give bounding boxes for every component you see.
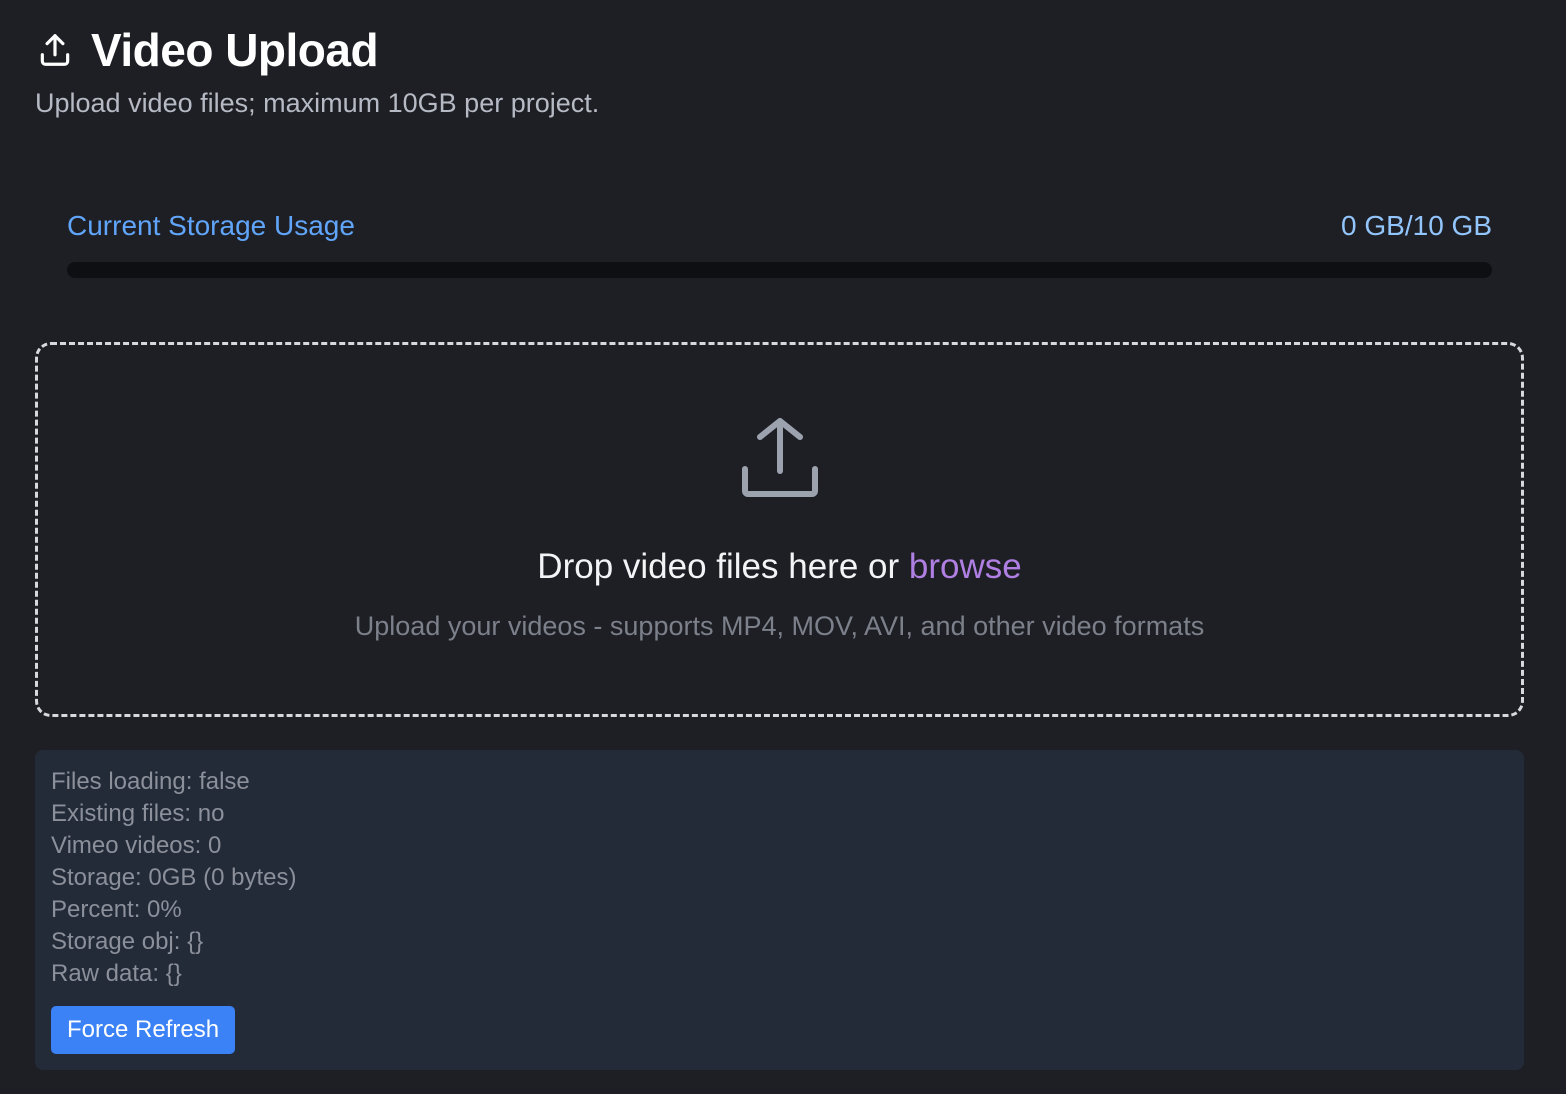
debug-line-existing-files: Existing files: no [51,800,225,827]
page-subtitle: Upload video files; maximum 10GB per pro… [35,88,600,118]
page-header: Video Upload Upload video files; maximum… [35,22,599,119]
storage-usage-value: 0 GB/10 GB [1341,210,1492,241]
file-dropzone[interactable]: Drop video files here or browse Upload y… [35,342,1524,717]
debug-line-raw-data: Raw data: {} [51,960,182,987]
browse-link[interactable]: browse [909,547,1022,586]
storage-progress-bar [67,262,1492,278]
dropzone-title-text: Drop video files here or [537,547,909,586]
storage-usage-label: Current Storage Usage [67,210,355,241]
force-refresh-button[interactable]: Force Refresh [51,1006,236,1054]
storage-usage-header: Current Storage Usage 0 GB/10 GB [67,205,1492,247]
page-title: Video Upload [91,24,379,76]
debug-line-storage-obj: Storage obj: {} [51,928,204,955]
debug-line-percent: Percent: 0% [51,896,182,923]
video-upload-page: Video Upload Upload video files; maximum… [0,0,1566,1094]
storage-usage: Current Storage Usage 0 GB/10 GB [67,205,1492,278]
debug-line-storage: Storage: 0GB (0 bytes) [51,864,297,891]
debug-line-vimeo-videos: Vimeo videos: 0 [51,832,222,859]
title-row: Video Upload [35,22,599,78]
debug-line-files-loading: Files loading: false [51,768,250,795]
dropzone-title: Drop video files here or browse [537,547,1021,587]
upload-tray-icon [741,418,818,497]
upload-icon [35,30,75,70]
dropzone-hint: Upload your videos - supports MP4, MOV, … [354,611,1205,641]
debug-panel: Files loading: false Existing files: no … [35,750,1524,1070]
